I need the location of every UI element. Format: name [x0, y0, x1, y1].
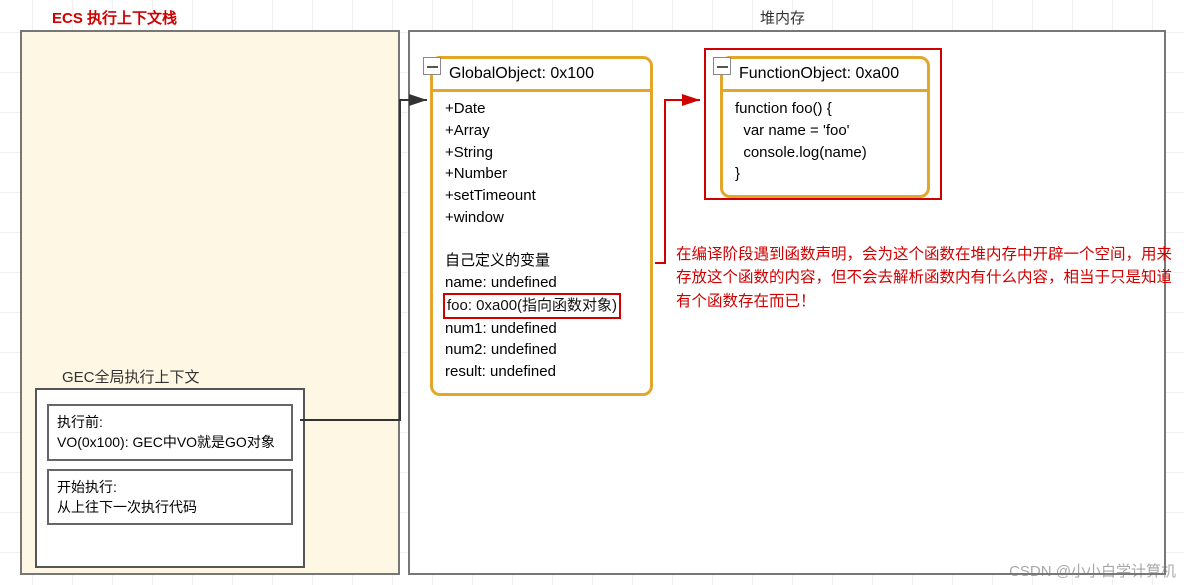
function-object-title: FunctionObject: 0xa00 [723, 59, 927, 92]
go-builtins: +Date +Array +String +Number +setTimeoun… [445, 100, 536, 226]
global-object-title: GlobalObject: 0x100 [433, 59, 650, 92]
gec-panel: 执行前: VO(0x100): GEC中VO就是GO对象 开始执行: 从上往下一… [35, 388, 305, 568]
global-object-card: GlobalObject: 0x100 +Date +Array +String… [430, 56, 653, 396]
gec-before-title: 执行前: [57, 412, 283, 432]
annotation-text: 在编译阶段遇到函数声明，会为这个函数在堆内存中开辟一个空间，用来存放这个函数的内… [676, 243, 1176, 313]
gec-before-box: 执行前: VO(0x100): GEC中VO就是GO对象 [47, 404, 293, 461]
function-object-card: FunctionObject: 0xa00 function foo() { v… [720, 56, 930, 198]
ecs-title: ECS 执行上下文栈 [52, 7, 177, 28]
card-icon [423, 57, 441, 75]
watermark: CSDN @小小白学计算机 [1009, 560, 1176, 581]
card-icon [713, 57, 731, 75]
go-own-rest: num1: undefined num2: undefined result: … [445, 320, 557, 381]
go-own-foo: foo: 0xa00(指向函数对象) [443, 293, 621, 319]
gec-after-body: 从上往下一次执行代码 [57, 497, 283, 517]
go-own-label: 自己定义的变量 [445, 252, 550, 269]
global-object-body: +Date +Array +String +Number +setTimeoun… [433, 92, 650, 393]
gec-label: GEC全局执行上下文 [62, 366, 200, 387]
function-object-body: function foo() { var name = 'foo' consol… [723, 92, 927, 195]
heap-title: 堆内存 [760, 7, 805, 28]
gec-before-body: VO(0x100): GEC中VO就是GO对象 [57, 432, 283, 452]
go-own-name: name: undefined [445, 274, 557, 291]
gec-after-title: 开始执行: [57, 477, 283, 497]
gec-after-box: 开始执行: 从上往下一次执行代码 [47, 469, 293, 526]
